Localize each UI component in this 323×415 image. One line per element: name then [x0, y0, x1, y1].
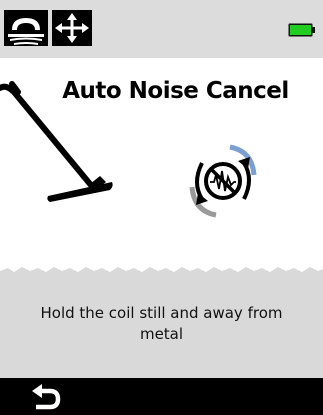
bottom-bar [0, 378, 323, 415]
instruction-text: Hold the coil still and away from metal [40, 304, 283, 343]
noise-cancel-cycle-icon [189, 144, 257, 218]
move-arrows-icon[interactable] [52, 10, 92, 46]
page-title: Auto Noise Cancel [62, 78, 289, 104]
back-arrow-icon [32, 384, 61, 410]
instruction-panel: Hold the coil still and away from metal [0, 263, 323, 378]
ground-mode-icon[interactable] [4, 10, 48, 46]
back-button[interactable] [28, 382, 62, 412]
status-bar [0, 0, 323, 58]
main-content: Auto Noise Cancel Hold the coil still an… [0, 58, 323, 378]
battery-full-icon [288, 23, 315, 37]
screen: Auto Noise Cancel Hold the coil still an… [0, 0, 323, 415]
